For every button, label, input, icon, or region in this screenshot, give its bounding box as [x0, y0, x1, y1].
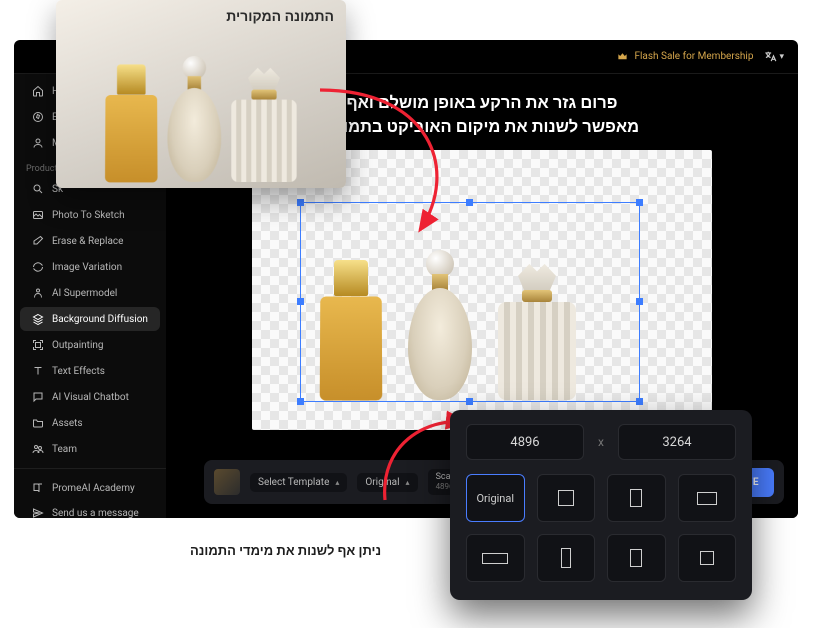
expand-icon [32, 339, 44, 351]
sidebar-item-assets[interactable]: Assets [20, 411, 160, 435]
text-icon [32, 365, 44, 377]
book-icon [32, 482, 44, 494]
flash-sale-text: Flash Sale for Membership [634, 51, 753, 62]
sidebar-item-image-variation[interactable]: Image Variation [20, 255, 160, 279]
sidebar-item-text-effects[interactable]: Text Effects [20, 359, 160, 383]
layers-icon [32, 313, 44, 325]
tall-icon [561, 548, 571, 568]
sidebar-item-label: Team [52, 444, 77, 455]
ratio-label: Original [476, 492, 514, 505]
resize-handle[interactable] [297, 199, 304, 206]
crown-icon [617, 51, 628, 62]
caret-up-icon: ▴ [406, 478, 410, 487]
resize-handle[interactable] [636, 199, 643, 206]
ratio-square-2[interactable] [678, 534, 737, 582]
sidebar-item-ai-supermodel[interactable]: AI Supermodel [20, 281, 160, 305]
heading-line: מאפשר לשנות את מיקום האוביקט בתמונה [325, 116, 639, 140]
caret-up-icon: ▴ [335, 478, 339, 487]
sidebar-item-label: Background Diffusion [52, 314, 148, 325]
original-bottles [105, 56, 297, 182]
user-icon [32, 137, 44, 149]
language-icon [763, 50, 777, 64]
search-icon [32, 183, 44, 195]
square-icon [558, 490, 574, 506]
sidebar-item-team[interactable]: Team [20, 437, 160, 461]
sidebar-item-label: Outpainting [52, 340, 104, 351]
sidebar-item-label: PromeAI Academy [52, 483, 135, 494]
ratio-portrait-2[interactable] [607, 534, 666, 582]
sidebar-item-label: AI Visual Chatbot [52, 392, 129, 403]
resize-handle[interactable] [297, 398, 304, 405]
sidebar-item-background-diffusion[interactable]: Background Diffusion [20, 307, 160, 331]
ratio-original[interactable]: Original [466, 474, 525, 522]
scale-popover: 4896 x 3264 Original [450, 410, 752, 600]
language-switch[interactable]: ▾ [763, 50, 784, 64]
select-template-dropdown[interactable]: Select Template ▴ [250, 473, 347, 492]
eraser-icon [32, 235, 44, 247]
wide-icon [482, 553, 508, 564]
resize-handle[interactable] [466, 199, 473, 206]
resize-handle[interactable] [636, 298, 643, 305]
width-input[interactable]: 4896 [466, 424, 584, 460]
sidebar-item-outpainting[interactable]: Outpainting [20, 333, 160, 357]
dropdown-label: Original [365, 477, 399, 488]
flash-sale-link[interactable]: Flash Sale for Membership [617, 51, 753, 62]
person-icon [32, 287, 44, 299]
original-caption: התמונה המקורית [226, 8, 334, 25]
ratio-landscape[interactable] [678, 474, 737, 522]
dimension-separator: x [598, 435, 604, 449]
compass-icon [32, 111, 44, 123]
team-icon [32, 443, 44, 455]
refresh-icon [32, 261, 44, 273]
send-icon [32, 507, 44, 518]
resize-handle[interactable] [466, 398, 473, 405]
ratio-wide[interactable] [466, 534, 525, 582]
ratio-square[interactable] [537, 474, 596, 522]
canvas[interactable] [252, 150, 712, 430]
sidebar-item-label: Photo To Sketch [52, 210, 125, 221]
sidebar-item-label: AI Supermodel [52, 288, 117, 299]
sidebar-item-label: Erase & Replace [52, 236, 123, 247]
sidebar-item-ai-visual-chatbot[interactable]: AI Visual Chatbot [20, 385, 160, 409]
sidebar-item-erase-replace[interactable]: Erase & Replace [20, 229, 160, 253]
dropdown-label: Select Template [258, 477, 329, 488]
original-dropdown[interactable]: Original ▴ [357, 473, 417, 492]
heading-line: פרום גזר את הרקע באופן מושלם ואף [325, 92, 639, 116]
sidebar-item-label: Send us a message [52, 508, 139, 519]
resize-handle[interactable] [297, 298, 304, 305]
chat-icon [32, 391, 44, 403]
sidebar-item-send-message[interactable]: Send us a message [20, 501, 160, 518]
landscape-icon [697, 492, 717, 505]
height-input[interactable]: 3264 [618, 424, 736, 460]
sidebar-item-label: Text Effects [52, 366, 105, 377]
photo-icon [32, 209, 44, 221]
sidebar-item-label: Assets [52, 418, 83, 429]
original-image-overlay: התמונה המקורית [56, 0, 346, 188]
square-icon [700, 551, 714, 565]
portrait-icon [630, 489, 642, 507]
folder-icon [32, 417, 44, 429]
editor-heading: פרום גזר את הרקע באופן מושלם ואף מאפשר ל… [305, 74, 659, 150]
portrait-icon [630, 549, 642, 567]
sidebar-item-academy[interactable]: PromeAI Academy [20, 476, 160, 500]
resize-note: ניתן אף לשנות את מימדי התמונה [190, 543, 381, 559]
template-thumbnail[interactable] [214, 469, 240, 495]
ratio-tall[interactable] [537, 534, 596, 582]
aspect-ratio-grid: Original [466, 474, 736, 582]
home-icon [32, 85, 44, 97]
sidebar-item-label: Image Variation [52, 262, 122, 273]
sidebar-item-photo-to-sketch[interactable]: Photo To Sketch [20, 203, 160, 227]
resize-handle[interactable] [636, 398, 643, 405]
selection-box[interactable] [300, 202, 640, 402]
ratio-portrait[interactable] [607, 474, 666, 522]
